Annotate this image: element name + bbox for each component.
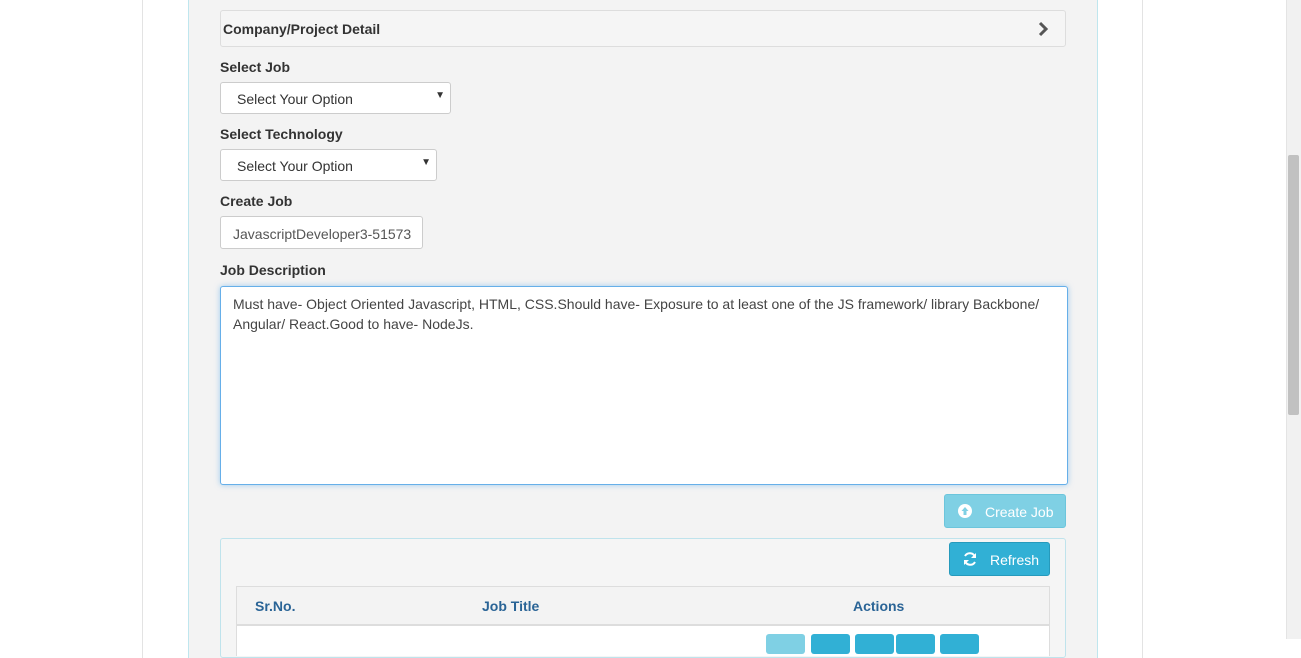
caret-down-icon: ▼ <box>421 157 431 168</box>
refresh-icon <box>964 552 976 566</box>
create-job-label: Create Job <box>220 193 293 209</box>
upload-circle-icon <box>958 504 972 518</box>
job-description-value: Must have- Object Oriented Javascript, H… <box>233 296 1040 332</box>
scrollbar-thumb[interactable] <box>1288 155 1299 415</box>
select-job-label: Select Job <box>220 59 291 75</box>
column-header-srno[interactable]: Sr.No. <box>255 598 295 614</box>
job-table-header: Sr.No. Job Title Actions <box>236 586 1050 626</box>
column-header-actions: Actions <box>853 598 905 614</box>
action-button[interactable] <box>766 634 805 654</box>
create-job-value: JavascriptDeveloper3-51573 <box>233 226 412 242</box>
refresh-button-label: Refresh <box>990 552 1040 568</box>
action-button[interactable] <box>940 634 979 654</box>
select-technology-label: Select Technology <box>220 126 343 142</box>
action-button[interactable] <box>855 634 894 654</box>
refresh-button[interactable]: Refresh <box>949 542 1050 576</box>
create-job-button-label: Create Job <box>985 504 1054 520</box>
select-technology-dropdown[interactable]: Select Your Option ▼ <box>220 149 437 181</box>
create-job-input[interactable]: JavascriptDeveloper3-51573 <box>220 216 423 249</box>
create-job-button[interactable]: Create Job <box>944 494 1066 528</box>
column-header-job-title[interactable]: Job Title <box>482 598 539 614</box>
chevron-right-icon <box>1038 21 1049 37</box>
select-job-value: Select Your Option <box>237 91 353 107</box>
accordion-title: Company/Project Detail <box>223 21 381 37</box>
select-job-dropdown[interactable]: Select Your Option ▼ <box>220 82 451 114</box>
accordion-company-project-detail[interactable]: Company/Project Detail <box>220 10 1066 47</box>
job-description-label: Job Description <box>220 262 326 278</box>
action-button[interactable] <box>896 634 935 654</box>
job-description-textarea[interactable]: Must have- Object Oriented Javascript, H… <box>220 286 1068 485</box>
action-button[interactable] <box>811 634 850 654</box>
select-technology-value: Select Your Option <box>237 158 353 174</box>
caret-down-icon: ▼ <box>435 90 445 101</box>
